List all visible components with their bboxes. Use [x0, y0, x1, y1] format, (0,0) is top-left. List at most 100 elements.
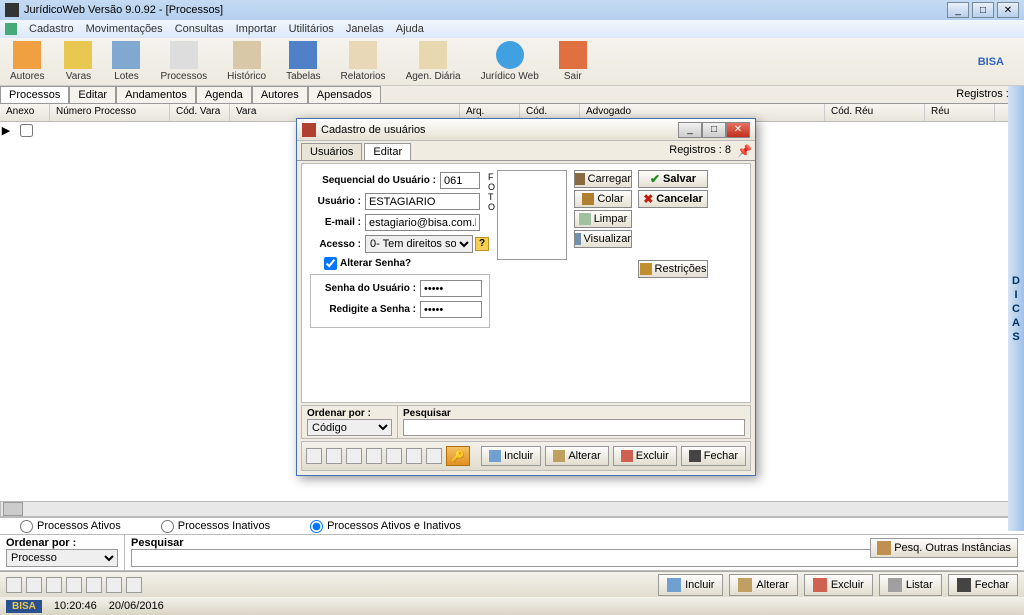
dialog-fechar-button[interactable]: Fechar [681, 446, 746, 466]
nav-last-button[interactable] [66, 577, 82, 593]
bottom-action-bar: Incluir Alterar Excluir Listar Fechar [0, 571, 1024, 597]
nav-up-button[interactable] [86, 577, 102, 593]
nav-refresh-button[interactable] [126, 577, 142, 593]
dialog-tab-editar[interactable]: Editar [364, 143, 411, 160]
fechar-button[interactable]: Fechar [948, 574, 1018, 596]
menu-ajuda[interactable]: Ajuda [396, 23, 424, 35]
tab-autores[interactable]: Autores [252, 86, 308, 103]
seq-usuario-input[interactable] [440, 172, 480, 189]
nav-down-button[interactable] [106, 577, 122, 593]
pesq-outras-button[interactable]: Pesq. Outras Instâncias [870, 538, 1018, 558]
dialog-nav-down[interactable] [406, 448, 422, 464]
toolbar-historico[interactable]: Histórico [227, 41, 266, 82]
senha-input[interactable] [420, 280, 482, 297]
dialog-tab-usuarios[interactable]: Usuários [301, 143, 362, 160]
dialog-nav-up[interactable] [386, 448, 402, 464]
toolbar-juridico-web[interactable]: Jurídico Web [481, 41, 539, 82]
listar-button[interactable]: Listar [879, 574, 942, 596]
usuario-label: Usuário : [310, 196, 365, 207]
filter-ativos[interactable]: Processos Ativos [20, 520, 121, 533]
menubar-app-icon [5, 23, 17, 35]
menu-janelas[interactable]: Janelas [346, 23, 384, 35]
tab-agenda[interactable]: Agenda [196, 86, 252, 103]
dialog-excluir-button[interactable]: Excluir [613, 446, 677, 466]
filter-ambos[interactable]: Processos Ativos e Inativos [310, 520, 461, 533]
dialog-title: Cadastro de usuários [321, 124, 426, 136]
toolbar-autores[interactable]: Autores [10, 41, 44, 82]
dialog-nav-last[interactable] [366, 448, 382, 464]
dicas-sidebar[interactable]: DICAS [1008, 86, 1024, 531]
horizontal-scrollbar[interactable] [0, 501, 1024, 517]
toolbar-relatorios[interactable]: Relatorios [341, 41, 386, 82]
salvar-button[interactable]: ✔Salvar [638, 170, 708, 188]
dialog-key-button[interactable]: 🔑 [446, 446, 470, 466]
cancelar-button[interactable]: ✖Cancelar [638, 190, 708, 208]
window-minimize-button[interactable]: _ [947, 2, 969, 18]
email-input[interactable] [365, 214, 480, 231]
excluir-button[interactable]: Excluir [804, 574, 873, 596]
carregar-button[interactable]: Carregar [574, 170, 632, 188]
col-anexo[interactable]: Anexo [0, 104, 50, 121]
tab-andamentos[interactable]: Andamentos [116, 86, 196, 103]
tab-processos[interactable]: Processos [0, 86, 69, 103]
menu-movimentacoes[interactable]: Movimentações [86, 23, 163, 35]
help-icon[interactable]: ? [475, 237, 489, 251]
dialog-pesquisar-input[interactable] [403, 419, 745, 436]
scrollbar-thumb[interactable] [3, 502, 23, 516]
toolbar-tabelas[interactable]: Tabelas [286, 41, 320, 82]
menu-importar[interactable]: Importar [236, 23, 277, 35]
historico-icon [233, 41, 261, 69]
limpar-button[interactable]: Limpar [574, 210, 632, 228]
dialog-nav-refresh[interactable] [426, 448, 442, 464]
dialog-ordenar-select[interactable]: Código [307, 419, 392, 436]
ordenar-select[interactable]: Processo [6, 549, 118, 567]
carregar-icon [575, 173, 585, 185]
tab-editar[interactable]: Editar [69, 86, 116, 103]
toolbar-processos[interactable]: Processos [160, 41, 207, 82]
key-icon: 🔑 [451, 450, 465, 463]
dialog-titlebar[interactable]: Cadastro de usuários _ □ ✕ [297, 119, 755, 141]
dialog-pin-icon[interactable]: 📌 [737, 144, 751, 158]
window-close-button[interactable]: ✕ [997, 2, 1019, 18]
col-cod-reu[interactable]: Cód. Réu [825, 104, 925, 121]
dialog-incluir-button[interactable]: Incluir [481, 446, 541, 466]
varas-icon [64, 41, 92, 69]
dialog-close-button[interactable]: ✕ [726, 122, 750, 138]
dialog-nav-first[interactable] [306, 448, 322, 464]
brand-label: BISA [978, 56, 1014, 68]
nav-prev-button[interactable] [26, 577, 42, 593]
nav-next-button[interactable] [46, 577, 62, 593]
toolbar-agenda-diaria[interactable]: Agen. Diária [406, 41, 461, 82]
usuario-input[interactable] [365, 193, 480, 210]
toolbar-lotes[interactable]: Lotes [112, 41, 140, 82]
dialog-maximize-button[interactable]: □ [702, 122, 726, 138]
restricoes-button[interactable]: Restrições [638, 260, 708, 278]
window-maximize-button[interactable]: □ [972, 2, 994, 18]
acesso-select[interactable]: 0- Tem direitos sobre c [365, 235, 473, 253]
dialog-nav-prev[interactable] [326, 448, 342, 464]
col-reu[interactable]: Réu [925, 104, 995, 121]
filter-inativos[interactable]: Processos Inativos [161, 520, 270, 533]
acesso-label: Acesso : [310, 239, 365, 250]
incluir-button[interactable]: Incluir [658, 574, 723, 596]
row-checkbox[interactable] [20, 124, 33, 137]
dialog-alterar-button[interactable]: Alterar [545, 446, 608, 466]
alterar-senha-checkbox[interactable] [324, 257, 337, 270]
menu-consultas[interactable]: Consultas [175, 23, 224, 35]
nav-first-button[interactable] [6, 577, 22, 593]
menu-cadastro[interactable]: Cadastro [29, 23, 74, 35]
col-numero-processo[interactable]: Número Processo [50, 104, 170, 121]
dialog-minimize-button[interactable]: _ [678, 122, 702, 138]
tab-apensados[interactable]: Apensados [308, 86, 381, 103]
dialog-nav-next[interactable] [346, 448, 362, 464]
col-cod-vara[interactable]: Cód. Vara [170, 104, 230, 121]
visualizar-button[interactable]: Visualizar [574, 230, 632, 248]
colar-button[interactable]: Colar [574, 190, 632, 208]
statusbar: BISA 10:20:46 20/06/2016 [0, 597, 1024, 615]
alterar-button[interactable]: Alterar [729, 574, 797, 596]
toolbar-varas[interactable]: Varas [64, 41, 92, 82]
toolbar-sair[interactable]: Sair [559, 41, 587, 82]
alterar-senha-label: Alterar Senha? [340, 258, 411, 269]
redigite-input[interactable] [420, 301, 482, 318]
menu-utilitarios[interactable]: Utilitários [289, 23, 334, 35]
